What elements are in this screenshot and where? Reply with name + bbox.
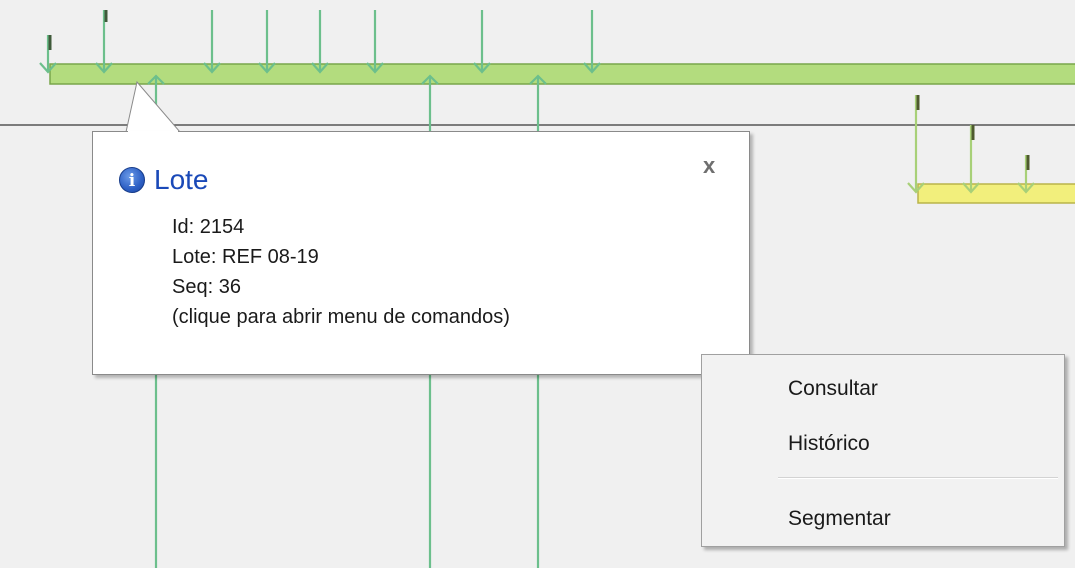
tooltip-header: i Lote xyxy=(119,164,209,196)
tooltip-pointer-join xyxy=(128,131,178,133)
menu-item-historico[interactable]: Histórico xyxy=(788,431,870,457)
down-connectors-yellow xyxy=(907,95,1035,194)
lote-tooltip[interactable]: i Lote x Id: 2154 Lote: REF 08-19 Seq: 3… xyxy=(92,131,750,375)
menu-item-consultar[interactable]: Consultar xyxy=(788,376,878,402)
tooltip-title: Lote xyxy=(154,164,209,195)
yellow-lot-bar xyxy=(917,183,1075,204)
connector-marks xyxy=(48,10,108,50)
tooltip-seq: Seq: 36 xyxy=(172,276,241,298)
green-lot-bar xyxy=(49,63,1075,85)
tooltip-body: Id: 2154 Lote: REF 08-19 Seq: 36 (clique… xyxy=(172,212,510,332)
menu-separator xyxy=(778,477,1058,479)
close-icon[interactable]: x xyxy=(703,154,715,178)
tooltip-id: Id: 2154 xyxy=(172,216,245,238)
yellow-connector-marks xyxy=(916,95,1030,170)
tooltip-hint: (clique para abrir menu de comandos) xyxy=(172,306,510,328)
context-menu[interactable]: Consultar Histórico Segmentar xyxy=(701,354,1065,547)
down-connectors-green xyxy=(39,10,601,74)
tooltip-lote: Lote: REF 08-19 xyxy=(172,246,319,268)
menu-item-segmentar[interactable]: Segmentar xyxy=(788,506,891,532)
info-icon: i xyxy=(119,167,145,193)
